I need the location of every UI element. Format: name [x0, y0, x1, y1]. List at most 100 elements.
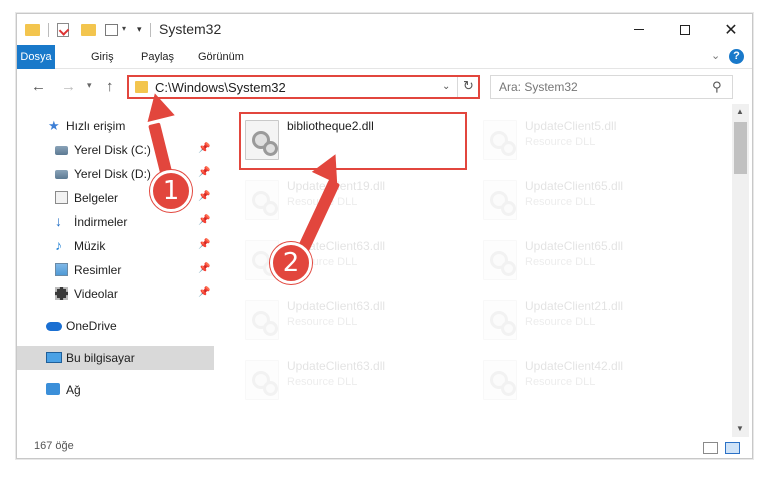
address-path[interactable]: C:\Windows\System32	[155, 80, 286, 95]
refresh-icon[interactable]: ↻	[463, 78, 474, 94]
file-item[interactable]: UpdateClient42.dll Resource DLL	[479, 354, 699, 410]
window-title: System32	[159, 21, 222, 37]
sidebar-item-this-pc[interactable]: Bu bilgisayar	[17, 346, 214, 370]
dll-file-icon	[483, 360, 517, 400]
pin-icon[interactable]: 📌	[198, 239, 210, 250]
file-item[interactable]: UpdateClient21.dll Resource DLL	[479, 294, 699, 350]
file-name: UpdateClient42.dll	[525, 359, 624, 373]
sidebar-item-pictures[interactable]: Resimler 📌	[17, 258, 214, 282]
file-name: UpdateClient65.dll	[525, 239, 624, 253]
file-item-highlighted[interactable]: bibliotheque2.dll	[239, 112, 467, 170]
file-type: Resource DLL	[287, 316, 358, 328]
address-bar[interactable]: C:\Windows\System32 ⌄ ↻	[127, 75, 480, 99]
pin-icon[interactable]: 📌	[198, 143, 210, 154]
file-name: UpdateClient63.dll	[287, 299, 386, 313]
ribbon: Dosya Giriş Paylaş Görünüm ⌄ ?	[17, 45, 752, 69]
sidebar-item-label: Yerel Disk (D:)	[74, 167, 151, 181]
tab-home[interactable]: Giriş	[91, 45, 114, 69]
dll-file-icon	[245, 180, 279, 220]
file-item[interactable]: UpdateClient63.dll Resource DLL	[241, 354, 461, 410]
file-item[interactable]: UpdateClient5.dll Resource DLL	[479, 114, 699, 170]
maximize-button[interactable]	[662, 14, 708, 45]
pin-icon[interactable]: 📌	[198, 263, 210, 274]
minimize-button[interactable]	[616, 14, 662, 45]
sidebar-item-label: İndirmeler	[74, 215, 128, 229]
file-type: Resource DLL	[525, 316, 596, 328]
file-name: bibliotheque2.dll	[287, 119, 374, 133]
item-count: 167 öğe	[34, 440, 74, 452]
file-type: Resource DLL	[525, 376, 596, 388]
cloud-icon	[46, 322, 62, 331]
sidebar-item-label: Hızlı erişim	[66, 119, 126, 133]
sidebar-item-label: Yerel Disk (C:)	[74, 143, 151, 157]
navigation-pane: ★ Hızlı erişim Yerel Disk (C:) 📌 Yerel D…	[17, 109, 214, 437]
pin-icon[interactable]: 📌	[198, 215, 210, 226]
sidebar-item-local-disk-c[interactable]: Yerel Disk (C:) 📌	[17, 138, 214, 162]
tab-share[interactable]: Paylaş	[141, 45, 174, 69]
file-item[interactable]: UpdateClient65.dll Resource DLL	[479, 174, 699, 230]
tiles-view-icon[interactable]	[725, 442, 740, 454]
drive-icon	[55, 146, 68, 155]
drive-icon	[55, 170, 68, 179]
file-item[interactable]: UpdateClient63.dll Resource DLL	[241, 294, 461, 350]
sidebar-item-label: OneDrive	[66, 319, 117, 333]
tab-file[interactable]: Dosya	[17, 45, 55, 69]
computer-icon	[46, 352, 62, 363]
music-icon: ♪	[55, 237, 62, 253]
folder-icon	[25, 24, 40, 36]
minimize-icon	[634, 29, 644, 30]
recent-locations-icon[interactable]: ▾	[87, 80, 92, 91]
file-name: UpdateClient5.dll	[525, 119, 617, 133]
pin-icon[interactable]: 📌	[198, 167, 210, 178]
dll-file-icon	[483, 120, 517, 160]
pin-icon[interactable]: 📌	[198, 287, 210, 298]
search-box[interactable]: Ara: System32 ⚲	[490, 75, 733, 99]
sidebar-item-label: Resimler	[74, 263, 122, 277]
sidebar-item-label: Videolar	[74, 287, 118, 301]
expand-ribbon-icon[interactable]: ⌄	[711, 49, 720, 62]
properties-icon[interactable]	[57, 23, 69, 37]
vertical-scrollbar[interactable]: ▲ ▼	[732, 104, 749, 437]
sidebar-item-onedrive[interactable]: OneDrive	[17, 314, 214, 338]
sidebar-item-label: Bu bilgisayar	[66, 351, 135, 365]
forward-button[interactable]: →	[61, 78, 76, 95]
customize-chevron-icon[interactable]: ▾	[122, 24, 132, 34]
sidebar-item-downloads[interactable]: ↓ İndirmeler 📌	[17, 210, 214, 234]
folder-icon	[135, 81, 148, 93]
up-button[interactable]: ↑	[106, 78, 114, 95]
scroll-thumb[interactable]	[734, 122, 747, 174]
sidebar-item-quick-access[interactable]: ★ Hızlı erişim	[17, 114, 214, 138]
pin-icon[interactable]: 📌	[198, 191, 210, 202]
dll-file-icon	[483, 300, 517, 340]
annotation-badge-2: 2	[270, 242, 312, 284]
network-icon	[46, 383, 60, 395]
file-type: Resource DLL	[525, 136, 596, 148]
search-icon[interactable]: ⚲	[712, 79, 722, 95]
quick-access-dropdown-icon[interactable]: ▾	[137, 24, 142, 41]
close-button[interactable]: ✕	[708, 14, 752, 45]
scroll-up-icon[interactable]: ▲	[736, 107, 744, 116]
sidebar-item-videos[interactable]: Videolar 📌	[17, 282, 214, 306]
file-item[interactable]: UpdateClient65.dll Resource DLL	[479, 234, 699, 290]
dll-file-icon	[483, 240, 517, 280]
file-item[interactable]: UpdateClient19.dll Resource DLL	[241, 174, 461, 230]
file-type: Resource DLL	[525, 256, 596, 268]
details-view-icon[interactable]	[703, 442, 718, 454]
dll-file-icon	[245, 360, 279, 400]
view-icon[interactable]	[105, 24, 118, 36]
sidebar-item-network[interactable]: Ağ	[17, 378, 214, 402]
toolbar-separator	[150, 23, 151, 37]
scroll-down-icon[interactable]: ▼	[736, 424, 744, 433]
search-placeholder[interactable]: Ara: System32	[499, 80, 578, 94]
tab-view[interactable]: Görünüm	[198, 45, 244, 69]
sidebar-item-music[interactable]: ♪ Müzik 📌	[17, 234, 214, 258]
download-icon: ↓	[55, 213, 62, 229]
file-name: UpdateClient63.dll	[287, 359, 386, 373]
file-type: Resource DLL	[525, 196, 596, 208]
documents-icon	[55, 191, 68, 204]
help-icon[interactable]: ?	[729, 49, 744, 64]
new-folder-icon[interactable]	[81, 24, 96, 36]
back-button[interactable]: ←	[31, 78, 46, 95]
address-dropdown-icon[interactable]: ⌄	[442, 81, 450, 92]
navigation-bar: ← → ▾ ↑ C:\Windows\System32 ⌄ ↻ Ara: Sys…	[17, 70, 752, 104]
